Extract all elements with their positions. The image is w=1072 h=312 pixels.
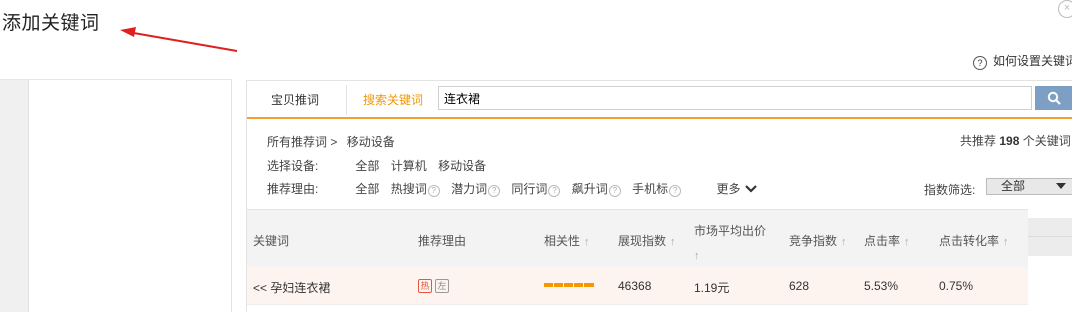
reason-option-peer-label: 同行词 bbox=[511, 182, 548, 196]
help-icon[interactable]: ? bbox=[427, 185, 440, 197]
col-header-relevance[interactable]: 相关性 ↑ bbox=[544, 232, 590, 249]
tab-item-recommend[interactable]: 宝贝推词 bbox=[271, 91, 319, 108]
reason-option-soaring[interactable]: 飙升词? bbox=[572, 180, 621, 197]
dialog-title: 添加关键词 bbox=[2, 13, 100, 34]
left-badge: 左 bbox=[435, 279, 449, 293]
reason-option-mobile-label: 手机标 bbox=[632, 182, 669, 196]
relevance-bar-segment-gap bbox=[553, 283, 554, 287]
col-header-impressions-label: 展现指数 bbox=[618, 234, 667, 248]
help-link-label: 如何设置关键词 bbox=[993, 54, 1072, 68]
help-icon[interactable]: ? bbox=[488, 185, 501, 197]
col-header-ctr[interactable]: 点击率 ↑ bbox=[864, 232, 910, 249]
col-header-competition-label: 竞争指数 bbox=[789, 234, 838, 248]
chevron-down-icon bbox=[744, 185, 757, 193]
col-header-cvr-label: 点击转化率 bbox=[939, 234, 1000, 248]
reason-option-hot-label: 热搜词 bbox=[390, 182, 427, 196]
help-icon[interactable]: ? bbox=[548, 185, 561, 197]
breadcrumb-current: 移动设备 bbox=[346, 135, 395, 149]
table-header-extension bbox=[1028, 218, 1072, 256]
index-filter-value: 全部 bbox=[1001, 179, 1026, 193]
hot-badge: 热 bbox=[418, 279, 432, 293]
device-filter: 选择设备: 全部 计算机 移动设备 bbox=[267, 157, 486, 174]
total-suffix: 个关键词 bbox=[1022, 134, 1071, 148]
reason-option-soaring-label: 飙升词 bbox=[571, 182, 608, 196]
reason-option-potential-label: 潜力词 bbox=[451, 182, 488, 196]
left-panel bbox=[0, 79, 232, 312]
index-filter-select[interactable]: 全部 bbox=[986, 178, 1072, 195]
close-icon[interactable]: × bbox=[1058, 0, 1072, 18]
sort-icon[interactable]: ↑ bbox=[1003, 236, 1009, 248]
avg-bid-cell: 1.19元 bbox=[694, 281, 730, 295]
index-filter-label: 指数筛选: bbox=[924, 183, 976, 197]
device-option-mobile[interactable]: 移动设备 bbox=[438, 157, 486, 174]
reason-option-hot[interactable]: 热搜词? bbox=[391, 180, 440, 197]
reason-label: 推荐理由: bbox=[267, 182, 319, 196]
device-option-all[interactable]: 全部 bbox=[355, 157, 379, 174]
sort-icon[interactable]: ↑ bbox=[841, 236, 847, 248]
sort-icon[interactable]: ↑ bbox=[694, 250, 700, 262]
sort-icon[interactable]: ↑ bbox=[904, 236, 910, 248]
sort-icon[interactable]: ↑ bbox=[670, 236, 676, 248]
col-header-competition[interactable]: 竞争指数 ↑ bbox=[789, 232, 847, 249]
competition-cell: 628 bbox=[789, 279, 810, 293]
total-count: 共推荐 198 个关键词 bbox=[960, 132, 1071, 149]
main-panel: 宝贝推词 搜索关键词 连衣裙 所有推荐词 > 移动设备 选择设备: 全部 计算机… bbox=[246, 80, 1072, 312]
relevance-bar-segment-gap bbox=[573, 283, 574, 287]
reason-option-all[interactable]: 全部 bbox=[355, 180, 379, 197]
breadcrumb: 所有推荐词 > 移动设备 bbox=[267, 133, 395, 150]
sort-icon[interactable]: ↑ bbox=[584, 236, 590, 248]
col-header-ctr-label: 点击率 bbox=[864, 234, 901, 248]
annotation-arrow-icon bbox=[120, 27, 238, 52]
relevance-bar-segment-gap bbox=[583, 283, 584, 287]
col-header-relevance-label: 相关性 bbox=[544, 234, 581, 248]
col-header-keyword[interactable]: 关键词 bbox=[253, 232, 289, 249]
col-header-cvr[interactable]: 点击转化率 ↑ bbox=[939, 232, 1009, 249]
breadcrumb-all[interactable]: 所有推荐词 > bbox=[267, 133, 337, 150]
relevance-bar-segment-gap bbox=[563, 283, 564, 287]
device-option-pc[interactable]: 计算机 bbox=[391, 157, 427, 174]
device-label: 选择设备: bbox=[267, 159, 319, 173]
reason-option-mobile[interactable]: 手机标? bbox=[632, 180, 682, 197]
reason-option-peer[interactable]: 同行词? bbox=[511, 180, 561, 197]
col-header-impressions[interactable]: 展现指数 ↑ bbox=[618, 232, 676, 249]
reason-cell: 热左 bbox=[418, 278, 452, 293]
more-label: 更多 bbox=[716, 182, 741, 196]
total-prefix: 共推荐 bbox=[960, 134, 997, 148]
col-header-avg-bid[interactable]: 市场平均出价 ↑ bbox=[694, 219, 766, 268]
search-icon bbox=[1047, 91, 1061, 105]
relevance-bar bbox=[544, 283, 594, 287]
reason-filter: 推荐理由: 全部 热搜词? 潜力词? 同行词? 飙升词? 手机标? 更多 bbox=[267, 180, 757, 197]
tab-bar: 宝贝推词 搜索关键词 连衣裙 bbox=[247, 81, 1072, 119]
table-header-divider bbox=[1028, 236, 1072, 237]
reason-option-potential[interactable]: 潜力词? bbox=[451, 180, 501, 197]
tab-divider bbox=[346, 85, 347, 115]
total-number: 198 bbox=[999, 134, 1020, 148]
help-icon[interactable]: ? bbox=[669, 185, 682, 197]
ctr-cell: 5.53% bbox=[864, 279, 899, 293]
more-button[interactable]: 更多 bbox=[717, 180, 757, 197]
help-icon[interactable]: ? bbox=[608, 185, 621, 197]
help-link[interactable]: ? 如何设置关键词 bbox=[973, 52, 1072, 70]
tab-search-keywords[interactable]: 搜索关键词 bbox=[363, 91, 423, 108]
left-panel-strip bbox=[0, 80, 29, 312]
table-row[interactable]: << 孕妇连衣裙 热左 46368 1.19元 628 5.53% 0.75% bbox=[247, 267, 1028, 305]
question-icon: ? bbox=[973, 56, 987, 70]
table-header: 关键词 推荐理由 相关性 ↑ 展现指数 ↑ 市场平均出价 ↑ 竞争指数 ↑ 点击率 ↑ 点… bbox=[247, 209, 1028, 267]
search-input[interactable]: 连衣裙 bbox=[438, 86, 1032, 110]
col-header-reason[interactable]: 推荐理由 bbox=[418, 232, 466, 249]
impressions-cell: 46368 bbox=[618, 279, 652, 293]
col-header-avg-bid-label: 市场平均出价 bbox=[694, 224, 767, 238]
search-button[interactable] bbox=[1035, 86, 1072, 110]
keyword-cell[interactable]: << 孕妇连衣裙 bbox=[253, 279, 330, 296]
dropdown-arrow-icon bbox=[1056, 183, 1066, 189]
cvr-cell: 0.75% bbox=[939, 279, 974, 293]
